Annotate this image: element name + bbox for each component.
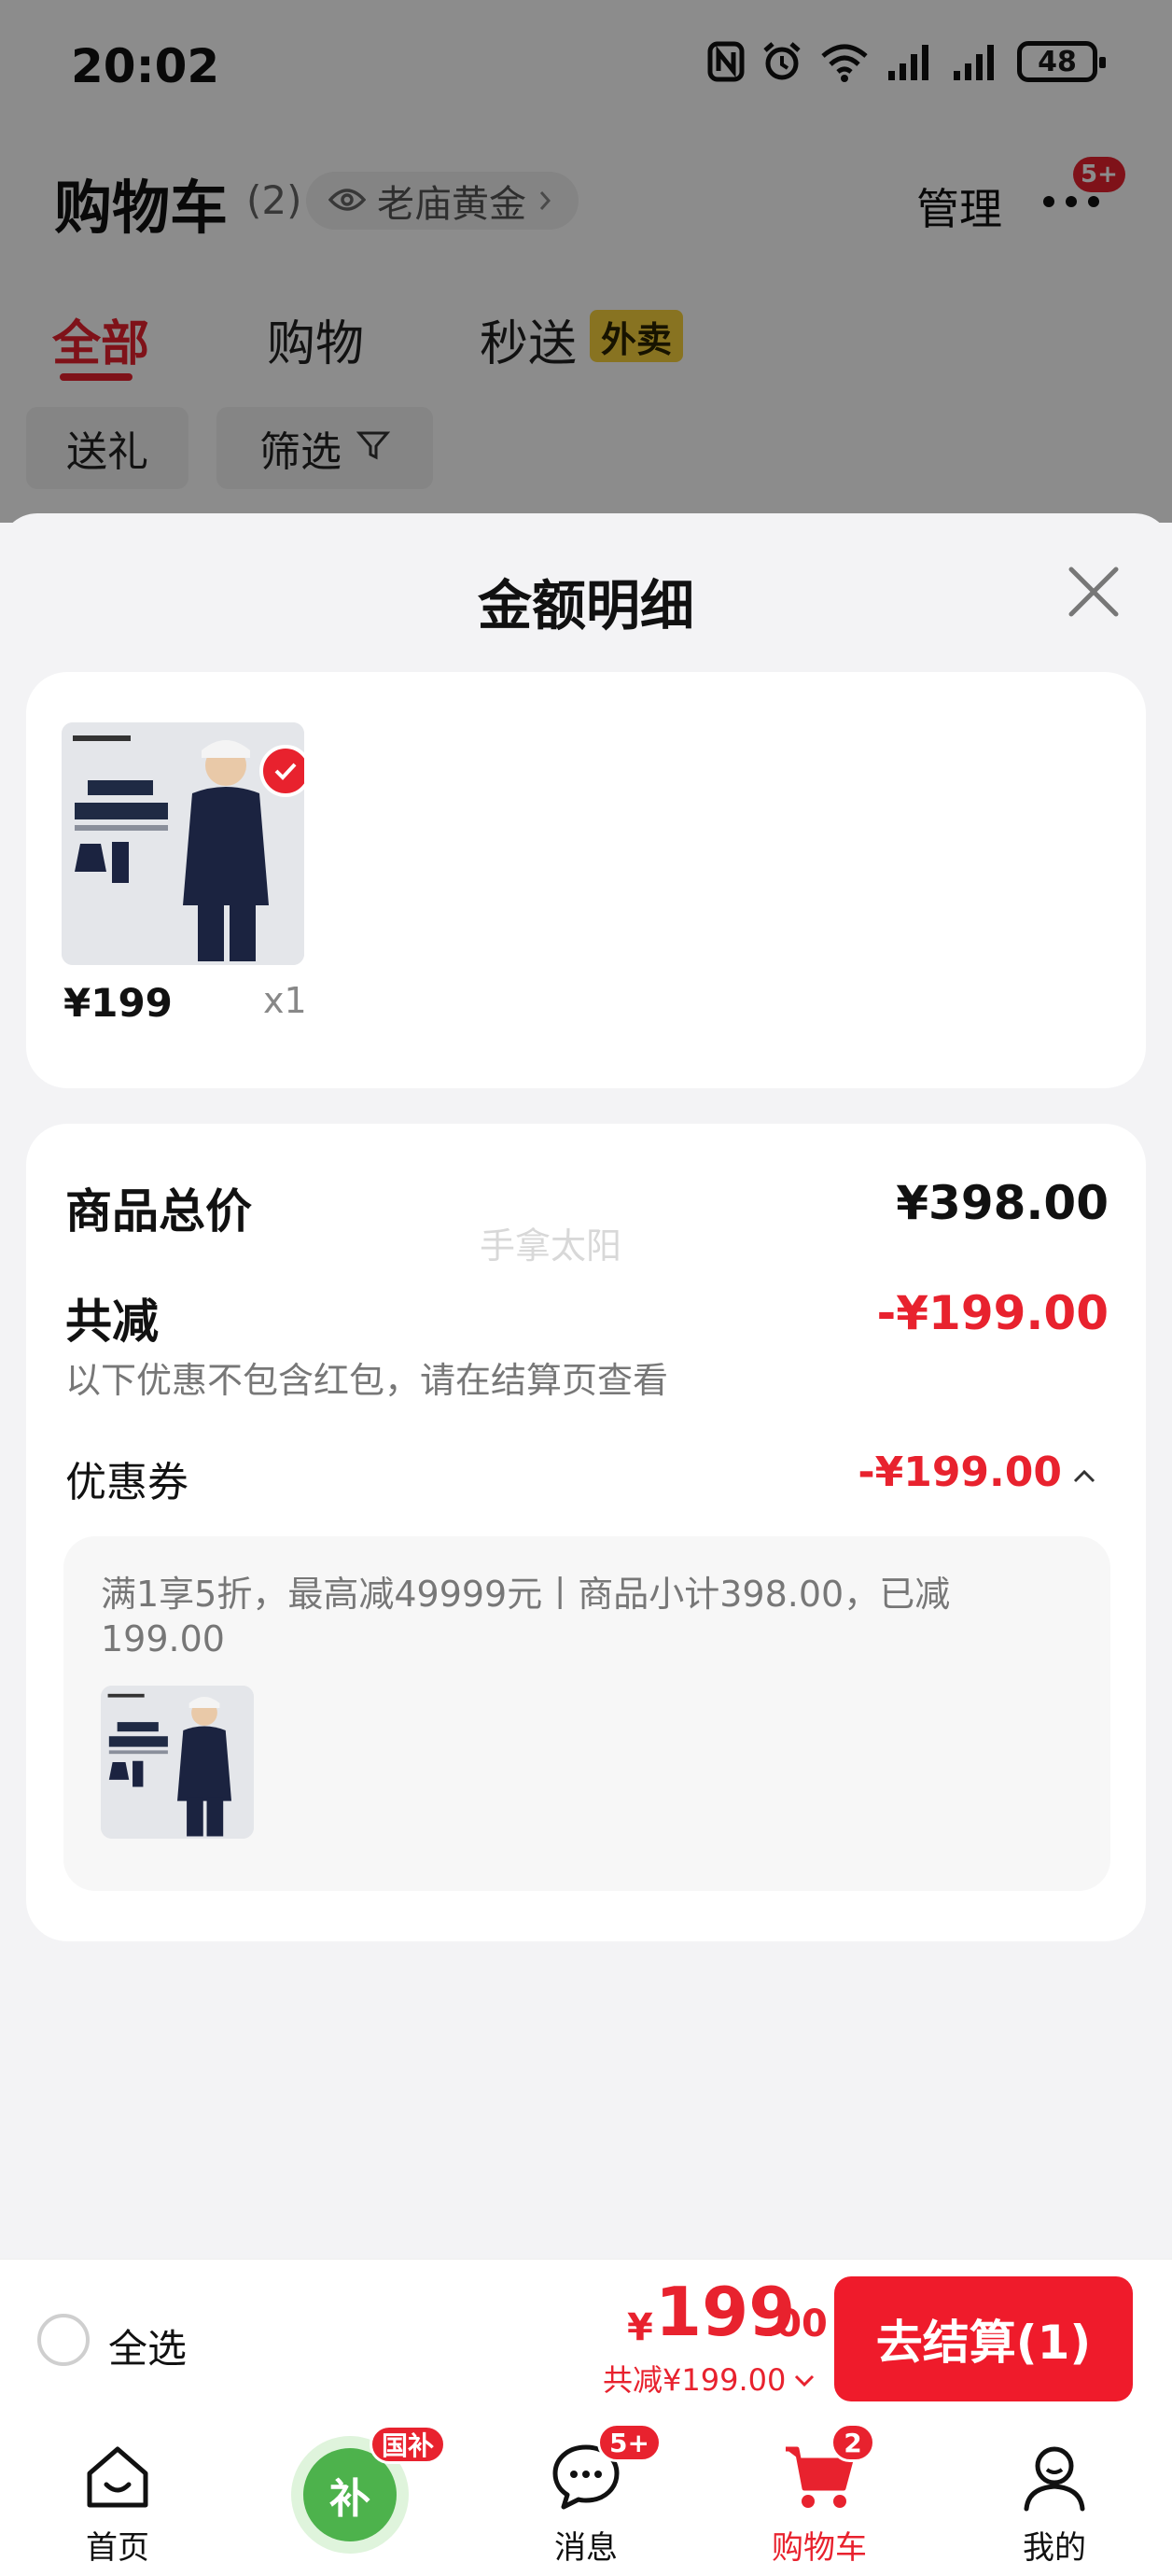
sheet-title: 金额明细 [477, 574, 694, 637]
saved-amount: 共减¥199.00 [603, 2362, 787, 2398]
total-price-value: ¥398.00 [896, 1176, 1109, 1230]
reduction-value: -¥199.00 [876, 1286, 1109, 1340]
coupon-detail-box: 满1享5折，最高减49999元丨商品小计398.00，已减199.00 [63, 1536, 1110, 1891]
nav-mine-label: 我的 [1023, 2529, 1086, 2567]
coupon-product-thumbnail [101, 1686, 254, 1839]
chevron-down-icon [793, 2360, 816, 2396]
coupon-label: 优惠券 [65, 1459, 188, 1506]
chevron-up-icon [1071, 1449, 1097, 1496]
product-image [101, 1686, 254, 1839]
selected-items-card: ¥199 x1 [26, 672, 1146, 1088]
bottom-nav: 首页 补 国补 消息 5+ 购物车 2 我的 [0, 2417, 1172, 2576]
price-breakdown-card: 商品总价 ¥398.00 手拿太阳 共减 -¥199.00 以下优惠不包含红包，… [26, 1124, 1146, 1941]
home-icon [78, 2438, 157, 2516]
close-button[interactable] [1064, 562, 1123, 622]
watermark: 手拿太阳 [480, 1225, 622, 1267]
select-all-radio[interactable] [37, 2314, 90, 2366]
nav-messages-label: 消息 [554, 2529, 618, 2567]
coupon-toggle[interactable]: -¥199.00 [858, 1449, 1097, 1496]
nav-cart-label: 购物车 [772, 2529, 867, 2567]
messages-badge: 5+ [597, 2423, 662, 2462]
coupon-description: 满1享5折，最高减49999元丨商品小计398.00，已减199.00 [101, 1574, 951, 1659]
total-decimal: .00 [761, 2303, 828, 2345]
nav-mine[interactable]: 我的 [980, 2438, 1129, 2569]
reduction-note: 以下优惠不包含红包，请在结算页查看 [65, 1360, 669, 1401]
checkout-button[interactable]: 去结算(1) [834, 2276, 1133, 2401]
cart-badge: 2 [830, 2423, 875, 2462]
item-quantity: x1 [263, 980, 307, 1021]
checkout-bar: 全选 ¥ 199 .00 共减¥199.00 去结算(1) [0, 2259, 1172, 2417]
product-thumbnail[interactable] [62, 722, 304, 965]
coupon-value: -¥199.00 [858, 1449, 1062, 1496]
item-price: ¥199 [63, 980, 173, 1026]
checked-icon [259, 745, 304, 797]
total-price-label: 商品总价 [65, 1184, 252, 1239]
modal-backdrop[interactable] [0, 0, 1172, 523]
nav-home[interactable]: 首页 [43, 2438, 192, 2569]
amount-detail-sheet: 金额明细 ¥199 x1 商品总价 ¥398.00 手拿太阳 共减 -¥199.… [0, 513, 1172, 2259]
nav-cart[interactable]: 购物车 [745, 2438, 894, 2569]
total-currency: ¥ [627, 2306, 653, 2349]
select-all-label[interactable]: 全选 [108, 2317, 187, 2374]
close-icon [1068, 567, 1119, 617]
reduction-label: 共减 [65, 1295, 159, 1349]
profile-icon [1015, 2438, 1094, 2516]
nav-home-label: 首页 [86, 2529, 149, 2567]
total-amount: ¥ 199 .00 [623, 2273, 828, 2351]
subsidy-badge: 国补 [370, 2425, 447, 2464]
saved-amount-toggle[interactable]: 共减¥199.00 [603, 2357, 816, 2400]
